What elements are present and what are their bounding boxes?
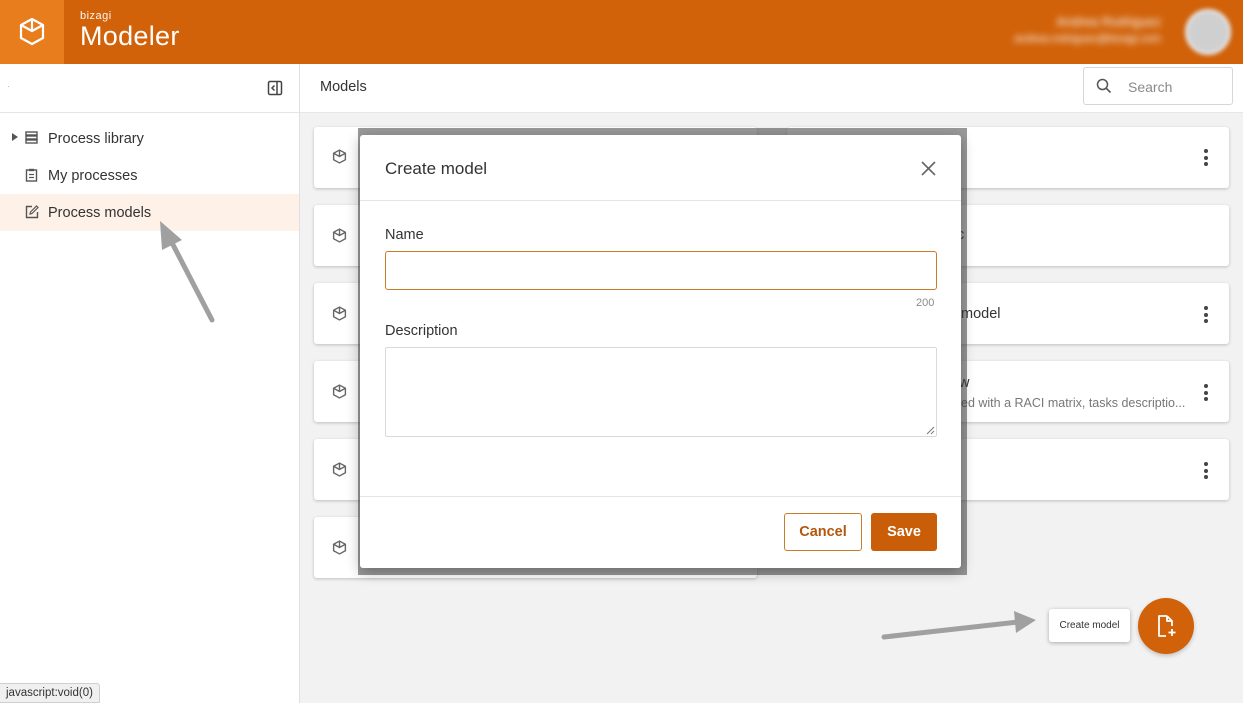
resize-grip-icon[interactable]	[926, 426, 935, 435]
name-label: Name	[385, 227, 424, 243]
card-description: ed with a RACI matrix, tasks descriptio.…	[961, 396, 1186, 410]
sidebar-item-label: Process library	[48, 130, 144, 147]
search-icon	[1096, 78, 1112, 94]
description-label: Description	[385, 323, 458, 339]
more-options-icon[interactable]	[1203, 306, 1209, 326]
sidebar-item-process-library[interactable]: Process library	[0, 120, 299, 157]
app-logo[interactable]	[0, 0, 64, 64]
divider	[360, 496, 961, 497]
page-title: Models	[320, 79, 367, 95]
sidebar-item-label: My processes	[48, 167, 138, 184]
user-info[interactable]: Andrea Rodriguez andrea.rodriguez@bizagi…	[1014, 14, 1161, 45]
divider	[360, 200, 961, 201]
close-icon[interactable]	[920, 160, 937, 177]
more-options-icon[interactable]	[1203, 149, 1209, 169]
sidebar-item-label: Process models	[48, 204, 152, 221]
search-input[interactable]: Search	[1083, 67, 1233, 105]
brand: bizagi Modeler	[80, 10, 180, 50]
new-file-icon	[1158, 615, 1176, 637]
search-placeholder: Search	[1128, 79, 1173, 95]
sidebar-top: ·	[0, 64, 299, 113]
more-options-icon[interactable]	[1203, 384, 1209, 404]
sidebar: · Process library My processes Process m…	[0, 64, 300, 703]
avatar[interactable]	[1185, 9, 1231, 55]
description-field[interactable]	[385, 347, 937, 437]
caret-right-icon[interactable]	[12, 133, 18, 141]
cube-icon	[332, 540, 347, 555]
create-model-tooltip: Create model	[1049, 609, 1130, 642]
app-header: bizagi Modeler Andrea Rodriguez andrea.r…	[0, 0, 1243, 64]
user-name: Andrea Rodriguez	[1056, 14, 1161, 29]
brand-title: Modeler	[80, 21, 180, 51]
cube-icon	[332, 149, 347, 164]
more-options-icon[interactable]	[1203, 462, 1209, 482]
sidebar-dot: ·	[7, 82, 10, 91]
collapse-sidebar-icon[interactable]	[267, 80, 283, 96]
brand-small: bizagi	[80, 10, 112, 22]
sidebar-item-my-processes[interactable]: My processes	[0, 157, 299, 194]
create-model-button[interactable]	[1138, 598, 1194, 654]
cube-icon	[332, 384, 347, 399]
status-bar-url: javascript:void(0)	[0, 683, 100, 703]
cancel-button[interactable]: Cancel	[784, 513, 862, 551]
name-char-counter: 200	[916, 297, 935, 309]
name-field[interactable]	[385, 251, 937, 290]
cube-icon	[332, 462, 347, 477]
sidebar-item-process-models[interactable]: Process models	[0, 194, 299, 231]
create-model-dialog: Create model Name 200 Description Cancel…	[360, 135, 961, 568]
dialog-title: Create model	[385, 159, 488, 178]
save-button[interactable]: Save	[871, 513, 937, 551]
cube-icon	[19, 17, 45, 46]
content-topbar: Models Search	[300, 64, 1243, 113]
cube-icon	[332, 306, 347, 321]
stack-icon	[25, 131, 38, 144]
clipboard-icon	[25, 168, 38, 182]
edit-doc-icon	[25, 205, 39, 219]
cube-icon	[332, 228, 347, 243]
arrow-to-create-button	[881, 611, 1036, 640]
user-email: andrea.rodriguez@bizagi.com	[1014, 33, 1161, 45]
